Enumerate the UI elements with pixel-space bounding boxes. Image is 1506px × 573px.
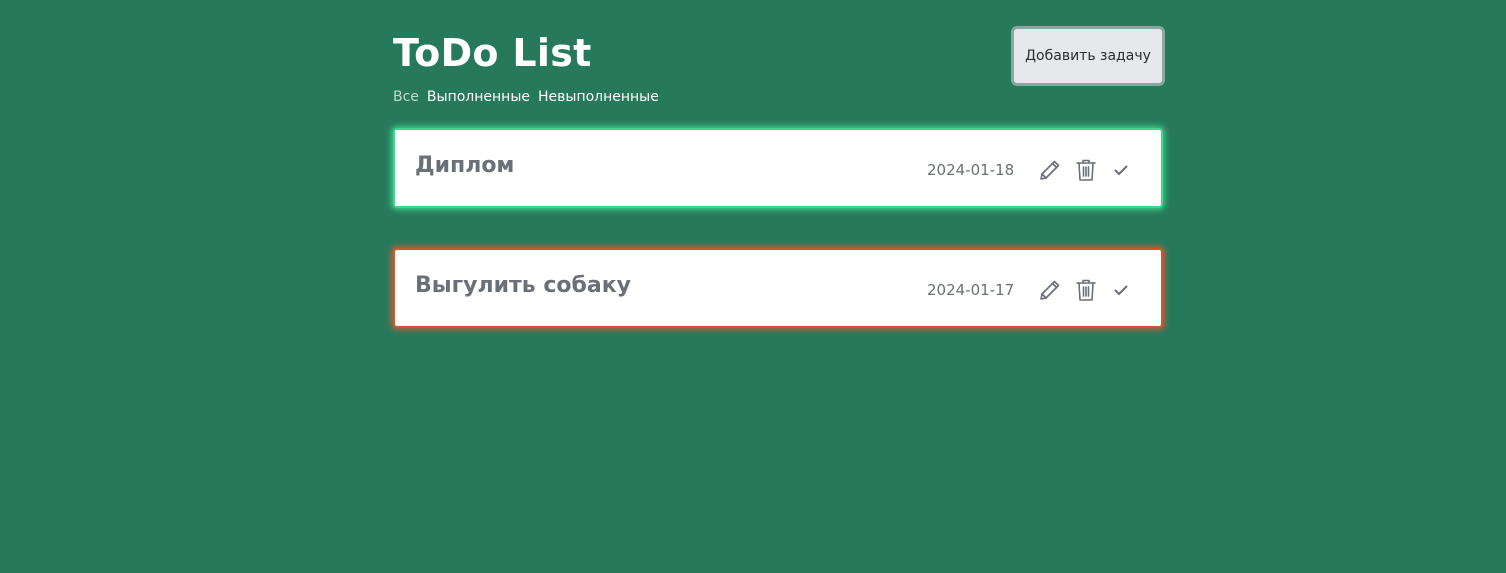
trash-icon[interactable] (1073, 157, 1099, 183)
filter-bar: Все Выполненные Невыполненные (393, 87, 659, 107)
task-list: Диплом 2024-01-18 Выгулить собаку 2024-0… (393, 128, 1163, 368)
filter-all[interactable]: Все (393, 87, 419, 107)
task-date: 2024-01-17 (927, 281, 1015, 299)
todo-app: ToDo List Все Выполненные Невыполненные … (393, 0, 1165, 573)
task-title: Диплом (415, 153, 515, 178)
trash-icon[interactable] (1073, 277, 1099, 303)
header: ToDo List Все Выполненные Невыполненные … (393, 0, 1165, 118)
task-date: 2024-01-18 (927, 161, 1015, 179)
task-title: Выгулить собаку (415, 273, 631, 298)
task-card-done: Диплом 2024-01-18 (393, 128, 1163, 208)
task-card-pending: Выгулить собаку 2024-01-17 (393, 248, 1163, 328)
pencil-icon[interactable] (1037, 157, 1063, 183)
add-task-button[interactable]: Добавить задачу (1011, 26, 1165, 86)
check-icon[interactable] (1108, 277, 1134, 303)
pencil-icon[interactable] (1037, 277, 1063, 303)
filter-incomplete[interactable]: Невыполненные (538, 87, 659, 107)
filter-completed[interactable]: Выполненные (427, 87, 530, 107)
check-icon[interactable] (1108, 157, 1134, 183)
page-title: ToDo List (393, 31, 592, 75)
